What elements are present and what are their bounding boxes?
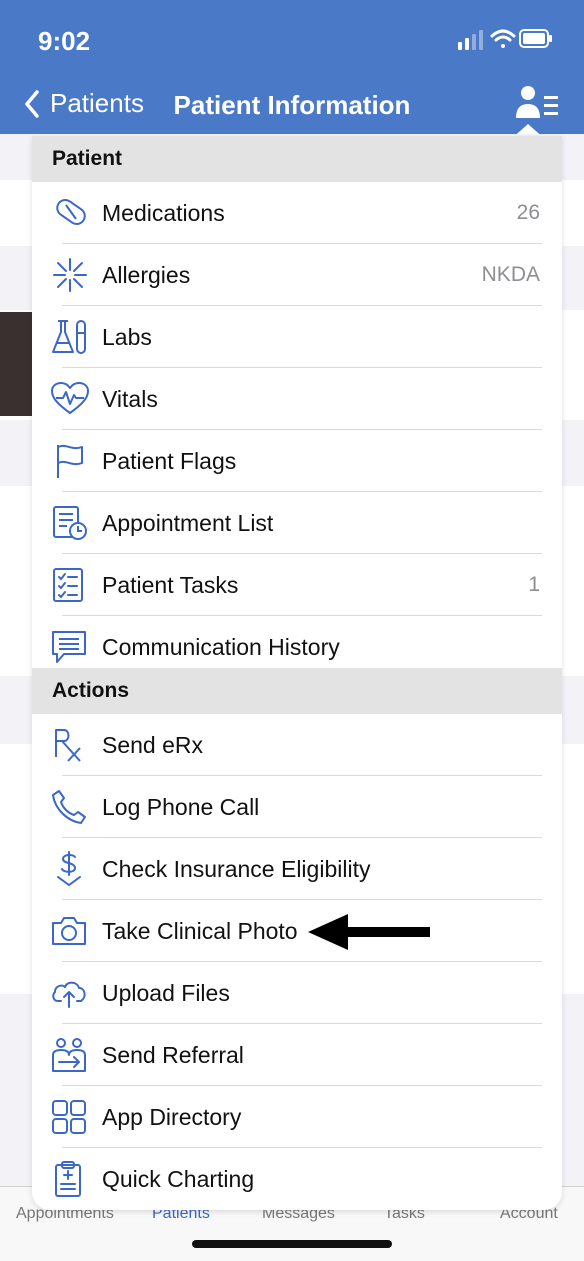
- menu-item-value: NKDA: [481, 263, 540, 286]
- menu-item-patient-tasks[interactable]: Patient Tasks 1: [32, 554, 562, 616]
- menu-item-count: 26: [516, 201, 540, 224]
- menu-item-label: Check Insurance Eligibility: [102, 855, 371, 882]
- app-header: 9:02 Patients Patient Information: [0, 0, 584, 140]
- menu-item-log-phone-call[interactable]: Log Phone Call: [32, 776, 562, 838]
- dollar-check-icon: [50, 851, 90, 887]
- allergy-burst-icon: [50, 257, 90, 293]
- lab-flask-icon: [50, 319, 90, 355]
- menu-item-count: 1: [528, 573, 540, 596]
- menu-item-send-erx[interactable]: Send eRx: [32, 714, 562, 776]
- menu-item-label: Labs: [102, 323, 152, 350]
- status-time: 9:02: [38, 26, 91, 56]
- wifi-icon: [490, 29, 516, 48]
- menu-item-vitals[interactable]: Vitals: [32, 368, 562, 430]
- menu-item-label: Send eRx: [102, 731, 204, 758]
- rx-icon: [50, 727, 90, 763]
- heart-pulse-icon: [50, 381, 90, 417]
- person-list-icon: [516, 86, 558, 118]
- chat-history-icon: [50, 629, 90, 665]
- clipboard-icon: [50, 1161, 90, 1197]
- menu-item-label: Allergies: [102, 261, 191, 288]
- patient-dropdown-menu: Patient Medications 26 Allergies NKDA La…: [32, 136, 562, 1210]
- appointment-list-icon: [50, 505, 90, 541]
- flag-icon: [50, 443, 90, 479]
- menu-item-quick-charting[interactable]: Quick Charting: [32, 1148, 562, 1210]
- status-icons: [458, 24, 554, 54]
- pill-icon: [50, 195, 90, 231]
- menu-item-label: Appointment List: [102, 509, 274, 536]
- menu-item-take-clinical-photo[interactable]: Take Clinical Photo: [32, 900, 562, 962]
- app-grid-icon: [50, 1099, 90, 1135]
- menu-item-label: App Directory: [102, 1103, 242, 1130]
- menu-item-medications[interactable]: Medications 26: [32, 182, 562, 244]
- annotation-arrow-icon: [308, 914, 434, 950]
- page-title: Patient Information: [173, 90, 411, 120]
- menu-item-label: Medications: [102, 199, 225, 226]
- menu-item-allergies[interactable]: Allergies NKDA: [32, 244, 562, 306]
- task-checklist-icon: [50, 567, 90, 603]
- menu-item-upload-files[interactable]: Upload Files: [32, 962, 562, 1024]
- menu-item-label: Quick Charting: [102, 1165, 255, 1192]
- section-header-patient: Patient: [32, 136, 562, 182]
- phone-icon: [50, 789, 90, 825]
- battery-icon: [519, 29, 552, 48]
- camera-icon: [50, 913, 90, 949]
- menu-item-label: Patient Flags: [102, 447, 237, 474]
- menu-item-labs[interactable]: Labs: [32, 306, 562, 368]
- patient-menu-button[interactable]: [516, 84, 560, 124]
- menu-item-label: Take Clinical Photo: [102, 917, 298, 944]
- patient-photo: [0, 312, 34, 416]
- menu-item-label: Log Phone Call: [102, 793, 260, 820]
- menu-item-label: Send Referral: [102, 1041, 244, 1068]
- menu-item-label: Vitals: [102, 385, 158, 412]
- menu-item-label: Communication History: [102, 633, 340, 660]
- menu-item-label: Upload Files: [102, 979, 230, 1006]
- cloud-upload-icon: [50, 975, 90, 1011]
- signal-icon: [458, 30, 483, 50]
- home-indicator: [192, 1240, 392, 1248]
- menu-item-label: Patient Tasks: [102, 571, 239, 598]
- menu-item-check-insurance-eligibility[interactable]: Check Insurance Eligibility: [32, 838, 562, 900]
- menu-item-app-directory[interactable]: App Directory: [32, 1086, 562, 1148]
- menu-item-patient-flags[interactable]: Patient Flags: [32, 430, 562, 492]
- referral-icon: [50, 1037, 90, 1073]
- menu-item-send-referral[interactable]: Send Referral: [32, 1024, 562, 1086]
- section-header-actions: Actions: [32, 668, 562, 714]
- menu-item-appointment-list[interactable]: Appointment List: [32, 492, 562, 554]
